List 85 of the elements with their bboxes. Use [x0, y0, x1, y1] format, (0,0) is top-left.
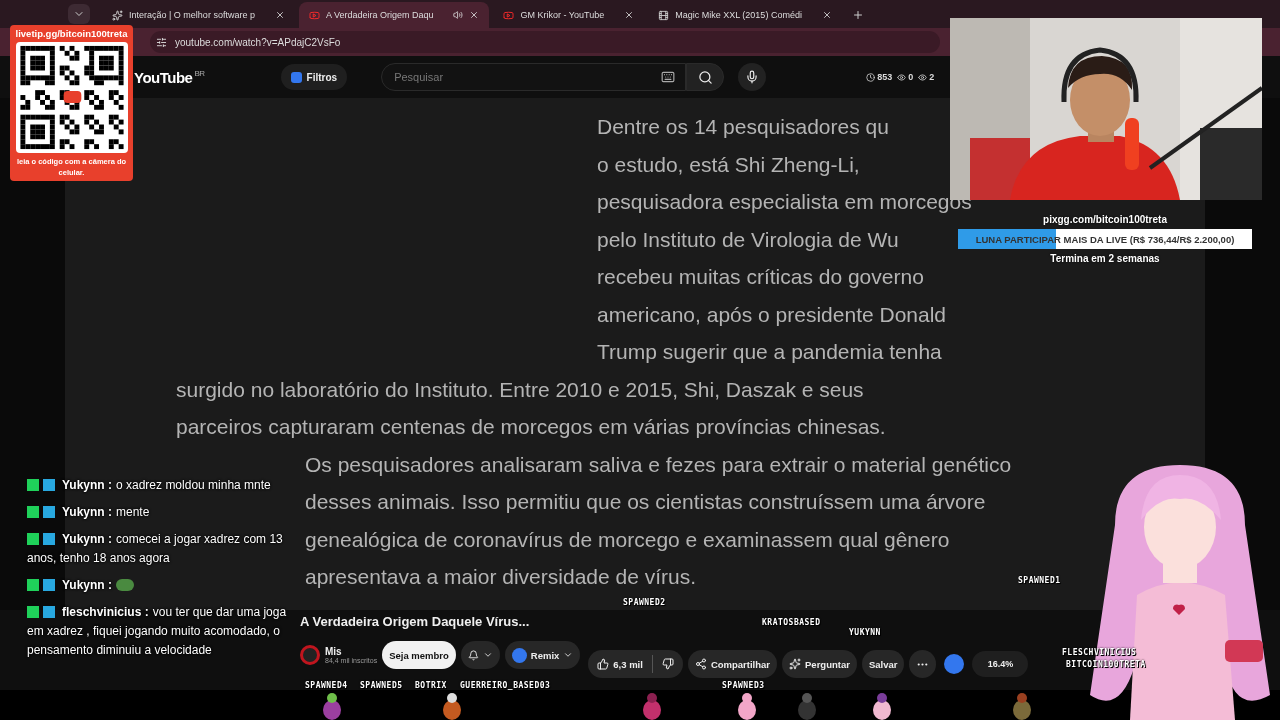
viewer-name-label: YUKYNN [849, 628, 881, 637]
save-button[interactable]: Salvar [861, 650, 905, 678]
qr-code-icon [15, 42, 128, 153]
qr-url: livetip.gg/bitcoin100treta [15, 28, 128, 39]
goal-url: pixgg.com/bitcoin100treta [1043, 214, 1167, 225]
address-bar[interactable]: youtube.com/watch?v=APdajC2VsFo [150, 31, 940, 53]
stat-count: 853 [866, 72, 893, 82]
close-icon[interactable] [821, 10, 832, 20]
close-icon[interactable] [624, 10, 635, 20]
caret-icon [482, 650, 493, 660]
notification-button[interactable] [460, 641, 500, 669]
sprite-drawing [640, 692, 664, 720]
youtube-icon [308, 9, 320, 21]
chat-message: Yukynn : o xadrez moldou minha mnte [27, 476, 295, 495]
bell-icon [467, 649, 479, 661]
goal-deadline: Termina em 2 semanas [1050, 253, 1160, 264]
search-icon [697, 69, 713, 85]
browser-tab[interactable]: A Verdadeira Origem Daqu [298, 2, 490, 28]
browser-tab[interactable]: Magic Mike XXL (2015) Comédi [648, 2, 842, 28]
video-text-line: genealógica de coronavírus de morcego e examinassem qual gênero [305, 527, 950, 551]
channel-avatar[interactable] [300, 645, 320, 665]
viewer-name-label: SPAWNED1 [1018, 576, 1061, 585]
search-input[interactable]: Pesquisar [392, 70, 593, 84]
thumbs-up-icon [597, 658, 610, 670]
viewer-name-label: SPAWNED3 [722, 681, 765, 690]
sprite-drawing [735, 692, 759, 720]
ask-button[interactable]: Perguntar [782, 650, 857, 678]
browser-tab[interactable]: Interação | O melhor software p [102, 2, 295, 28]
sprite-drawing [1010, 692, 1034, 720]
video-text-line: surgido no laboratório do Instituto. Entre 2010 e 2015, Shi, Daszak e seus [176, 377, 864, 401]
viewer-name-label: GUERREIRO_BASED03 [460, 681, 551, 690]
chat-message: Yukynn : [27, 576, 295, 595]
sprite-drawing [440, 692, 464, 720]
browser-tab[interactable]: GM Krikor - YouTube [493, 2, 645, 28]
video-text-line: apresentava a maior diversidade de vírus. [305, 565, 697, 588]
iq-icon[interactable] [944, 654, 965, 674]
filter-button[interactable]: Filtros [280, 64, 348, 90]
video-title: A Verdadeira Origem Daquele Vírus... [300, 614, 531, 629]
viewer-name-label: BOTRIX [415, 681, 447, 690]
tab-list-button[interactable] [68, 4, 90, 24]
video-text-line: pelo Instituto de Virologia de Wu [597, 227, 899, 251]
chat-message: Yukynn : comecei a jogar xadrez com 13 anos, tenho 18 anos agora [27, 531, 284, 567]
sprite-drawing [870, 692, 894, 720]
viewer-name-label: SPAWNED4 [305, 681, 348, 690]
iq-icon [511, 647, 527, 663]
stat-count: 0 [897, 72, 914, 82]
sparkle-icon [789, 658, 802, 670]
youtube-icon [503, 9, 515, 21]
speaker-icon [453, 10, 464, 20]
video-text-line: parceiros capturaram centenas de morcegos em várias províncias chinesas. [176, 415, 886, 438]
viewer-name-label: SPAWNED5 [360, 681, 403, 690]
progress-readout: 16.4% [972, 651, 1029, 677]
video-text-line: desses animais. Isso permitiu que os cientistas construíssem uma árvore [305, 490, 986, 513]
search-bar[interactable]: Pesquisar [381, 63, 687, 91]
viewer-name-label: KRATOSBASED [762, 618, 821, 627]
sparkle-icon [112, 9, 123, 21]
new-tab-icon[interactable] [851, 9, 864, 21]
share-button[interactable]: Compartilhar [687, 650, 778, 678]
film-icon [658, 9, 670, 21]
thumbs-down-icon [661, 658, 674, 670]
video-text-line: Trump sugerir que a pandemia tenha [597, 340, 942, 363]
close-icon[interactable] [274, 10, 285, 20]
share-icon [694, 658, 707, 670]
search-button[interactable] [686, 63, 725, 91]
microphone-button[interactable] [738, 63, 767, 91]
site-settings-icon[interactable] [156, 36, 167, 48]
video-text-line: o estudo, está Shi Zheng-Li, [597, 152, 860, 176]
viewer-name-label: SPAWNED2 [623, 598, 666, 607]
microphone-icon [745, 70, 760, 84]
video-text-line: Dentre os 14 pesquisadores qu [597, 115, 889, 138]
keyboard-icon[interactable] [661, 70, 676, 84]
video-text-line: recebeu muitas críticas do governo [597, 265, 924, 288]
chat-message: fleschvinicius : vou ter que dar uma joga em xadrez , fiquei jogando muito acomodado, o pensamento diminuiu a velocidade [27, 604, 288, 659]
video-text-line: Os pesquisadores analisaram saliva e fezes para extrair o material genético [305, 452, 1012, 476]
chat-message: Yukynn : mente [27, 503, 295, 522]
sprite-drawing [795, 692, 819, 720]
remix-button[interactable]: Remix [504, 641, 581, 669]
channel-name[interactable]: Mis [325, 646, 378, 657]
video-text-line: americano, após o presidente Donald [597, 302, 947, 326]
stat-count: 2 [918, 72, 935, 82]
close-icon[interactable] [469, 10, 480, 20]
join-button[interactable]: Seja membro [382, 641, 456, 669]
sprite-drawing [320, 692, 344, 720]
caret-icon [563, 650, 574, 660]
iq-icon [290, 71, 302, 83]
